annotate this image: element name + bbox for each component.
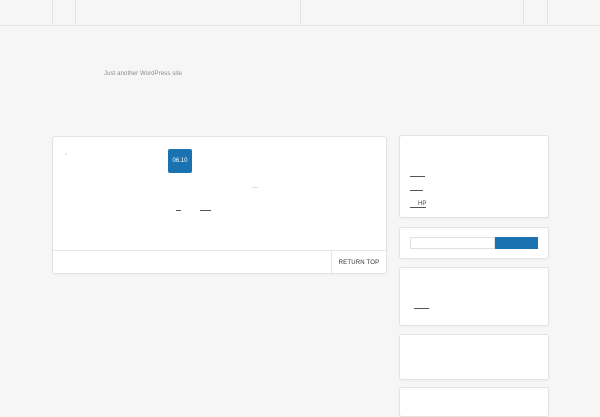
post-date-badge: 06.10 (168, 149, 192, 173)
header-divider (300, 0, 301, 25)
sidebar-link[interactable] (410, 176, 425, 177)
sidebar-widget-empty (399, 334, 549, 380)
sidebar-widget-search (399, 227, 549, 259)
sidebar-link-hp[interactable]: HP (410, 201, 427, 208)
sidebar-recent-link[interactable] (414, 308, 429, 309)
header-divider (52, 0, 53, 25)
post-tag-link[interactable] (200, 210, 211, 211)
sidebar-widget-links: HP (399, 135, 549, 218)
post-excerpt-ellipsis: … (252, 184, 258, 190)
post-thumbnail-mark: ° (65, 153, 67, 159)
header-divider (547, 0, 548, 25)
search-input[interactable] (410, 237, 495, 249)
sidebar-widget-recent (399, 267, 549, 326)
post-card-footer: RETURN TOP (53, 250, 386, 275)
post-date: 06.10 (172, 158, 188, 164)
return-top-button[interactable]: RETURN TOP (332, 251, 386, 275)
search-button[interactable] (495, 237, 538, 249)
sidebar-link[interactable] (410, 190, 423, 191)
site-tagline: Just another WordPress site (104, 71, 182, 77)
site-header-bar (0, 0, 600, 26)
header-divider (523, 0, 524, 25)
post-category-link[interactable] (176, 210, 181, 211)
post-card: ° 06.10 … RETURN TOP (52, 136, 387, 275)
sidebar-widget-partial (399, 387, 549, 417)
header-divider (75, 0, 76, 25)
